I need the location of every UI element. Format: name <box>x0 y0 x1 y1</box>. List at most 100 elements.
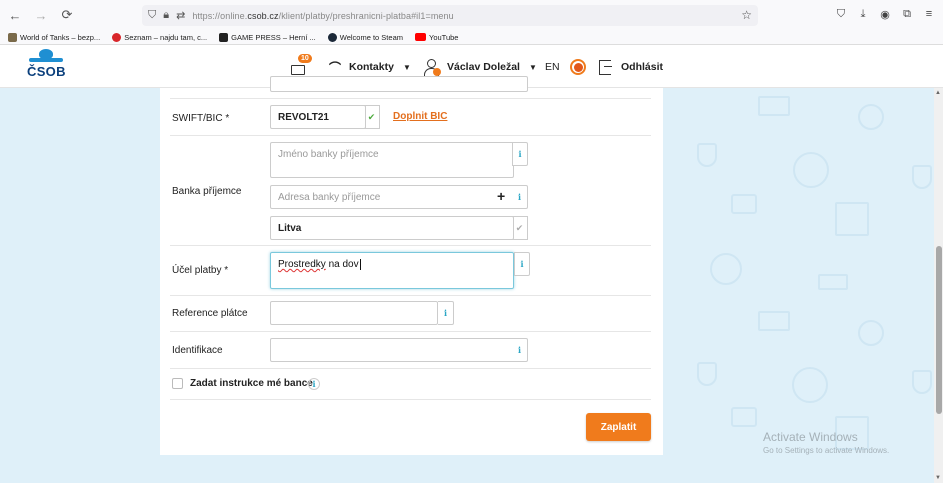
reference-label: Reference plátce <box>172 308 248 319</box>
coin-icon <box>858 320 884 346</box>
wallet-icon <box>731 407 757 427</box>
divider <box>170 331 651 332</box>
coin-icon <box>710 253 742 285</box>
forward-arrow-icon[interactable]: → <box>30 4 52 26</box>
info-icon[interactable]: i <box>512 142 528 166</box>
logo-text: ČSOB <box>27 64 66 79</box>
bookmark-favicon-icon <box>8 32 17 42</box>
coin-icon <box>792 367 828 403</box>
shield-bg-icon <box>697 143 717 167</box>
reference-input[interactable] <box>270 301 438 325</box>
purpose-text: na dov <box>325 259 359 270</box>
bookmark-item[interactable]: World of Tanks – bezp... <box>8 32 100 42</box>
bank-name-input[interactable]: Jméno banky příjemce <box>270 142 514 178</box>
watermark-title: Activate Windows <box>763 430 858 444</box>
status-record-icon[interactable] <box>570 59 586 75</box>
check-icon: ✔ <box>364 105 380 129</box>
purpose-label: Účel platby * <box>172 265 229 276</box>
steam-icon <box>327 32 337 42</box>
shield-bg-icon <box>912 165 932 189</box>
address-bar[interactable]: ⛉ 🔒︎ ⇄ https://online.csob.cz/klient/pla… <box>142 5 758 26</box>
banknote-icon <box>818 274 848 290</box>
info-icon[interactable]: i <box>308 378 320 390</box>
bookmark-star-icon[interactable]: ☆ <box>741 8 752 22</box>
shield-bg-icon <box>697 362 717 386</box>
info-icon[interactable]: i <box>438 301 454 325</box>
bookmark-item[interactable]: Welcome to Steam <box>327 32 403 42</box>
scroll-up-icon[interactable]: ▲ <box>935 90 941 96</box>
identification-label: Identifikace <box>172 345 223 356</box>
purpose-textarea[interactable]: Prostredky na dov <box>270 252 514 289</box>
divider <box>170 135 651 136</box>
contacts-menu[interactable]: ⌒ Kontakty ▼ <box>329 57 411 77</box>
bank-address-input[interactable]: Adresa banky příjemce <box>270 185 514 209</box>
add-address-icon[interactable]: + <box>497 188 505 204</box>
scroll-down-icon[interactable]: ▼ <box>935 475 941 481</box>
logout-button[interactable]: Odhlásit <box>599 57 663 77</box>
divider <box>170 295 651 296</box>
bookmark-item[interactable]: Seznam – najdu tam, c... <box>112 32 207 42</box>
spellcheck-word: Prostredky <box>278 259 326 270</box>
payment-form: SWIFT/BIC * REVOLT21 ✔ Doplnit BIC Banka… <box>160 76 663 455</box>
bank-name-placeholder: Jméno banky příjemce <box>278 149 379 160</box>
instructions-checkbox[interactable] <box>172 378 183 389</box>
bookmark-item[interactable]: GAME PRESS – Herní ... <box>219 32 316 42</box>
bookmark-favicon-icon <box>219 32 229 42</box>
logo-wave <box>29 58 63 62</box>
logout-label: Odhlásit <box>621 61 664 73</box>
calculator-icon <box>835 202 869 236</box>
pay-button[interactable]: Zaplatit <box>586 413 651 441</box>
text-cursor <box>359 259 361 270</box>
swift-label: SWIFT/BIC * <box>172 113 230 124</box>
card-icon <box>758 96 790 116</box>
bookmark-item[interactable]: YouTube <box>415 33 458 42</box>
contacts-label: Kontakty <box>349 61 394 73</box>
swift-input[interactable]: REVOLT21 <box>270 105 366 129</box>
permissions-icon[interactable]: ⇄ <box>176 9 185 22</box>
csob-logo[interactable]: ČSOB <box>27 49 67 83</box>
chevron-down-icon: ▼ <box>528 62 537 72</box>
messages-badge: 10 <box>298 54 312 63</box>
watermark-subtitle: Go to Settings to activate Windows. <box>763 446 890 455</box>
back-arrow-icon[interactable]: ← <box>4 4 26 26</box>
shield-bg-icon <box>912 370 932 394</box>
info-icon[interactable]: i <box>514 252 530 276</box>
page-scrollbar[interactable]: ▲ ▼ <box>934 88 943 483</box>
user-menu[interactable]: Václav Doležal ▼ <box>424 57 537 77</box>
wallet-icon <box>731 194 757 214</box>
user-name: Václav Doležal <box>447 61 520 73</box>
divider <box>170 368 651 369</box>
bookmarks-bar: World of Tanks – bezp... Seznam – najdu … <box>0 30 943 45</box>
envelope-icon <box>291 65 305 75</box>
coin-icon <box>858 104 884 130</box>
bank-label: Banka příjemce <box>172 186 242 197</box>
url-text[interactable]: https://online.csob.cz/klient/platby/pre… <box>192 11 453 21</box>
extensions-icon[interactable]: ⧉ <box>899 5 915 23</box>
account-icon[interactable]: ◉ <box>877 5 893 23</box>
divider <box>170 98 651 99</box>
bookmark-favicon-icon <box>112 32 122 42</box>
youtube-icon <box>415 33 426 41</box>
chevron-down-icon: ▼ <box>402 62 411 72</box>
logout-icon <box>599 59 612 75</box>
divider <box>170 245 651 246</box>
menu-icon[interactable]: ≡ <box>921 5 937 23</box>
reload-icon[interactable]: ⟳ <box>56 4 78 26</box>
divider <box>170 399 651 400</box>
check-icon: ✔ <box>512 216 528 240</box>
lock-icon[interactable]: 🔒︎ <box>163 9 169 22</box>
bank-country-select[interactable]: Litva <box>270 216 514 240</box>
fill-bic-link[interactable]: Doplnit BIC <box>393 111 447 122</box>
scroll-thumb[interactable] <box>936 246 942 414</box>
bank-address-placeholder: Adresa banky příjemce <box>278 191 381 203</box>
info-icon[interactable]: i <box>512 185 528 209</box>
messages-button[interactable]: 10 <box>291 54 313 77</box>
info-icon[interactable]: i <box>512 338 528 362</box>
coin-icon <box>793 152 829 188</box>
language-switch[interactable]: EN <box>545 57 560 77</box>
download-icon[interactable]: ⤓ <box>855 5 871 23</box>
shield-icon[interactable]: ⛉ <box>148 9 156 22</box>
identification-input[interactable] <box>270 338 514 362</box>
pocket-icon[interactable]: ⛉ <box>833 5 849 23</box>
instructions-label[interactable]: Zadat instrukce mé bance <box>190 378 313 389</box>
